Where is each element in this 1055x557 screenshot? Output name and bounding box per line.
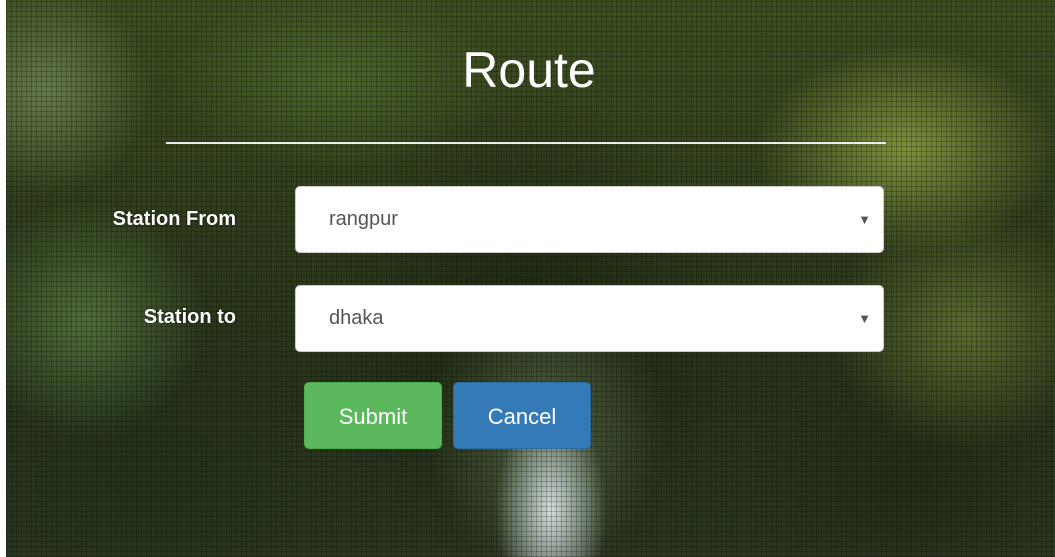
station-from-label: Station From: [112, 208, 236, 230]
route-form-panel: Route Station From rangpur ▼ Station to …: [6, 0, 1055, 557]
chevron-down-icon: ▼: [858, 311, 871, 326]
page-title: Route: [462, 42, 596, 98]
station-to-value: dhaka: [329, 307, 384, 329]
cancel-button[interactable]: Cancel: [453, 382, 591, 449]
station-to-select[interactable]: dhaka ▼: [295, 285, 884, 352]
title-divider: [166, 142, 886, 144]
chevron-down-icon: ▼: [858, 212, 871, 227]
station-from-value: rangpur: [329, 208, 398, 230]
station-to-label: Station to: [143, 306, 236, 328]
station-from-select[interactable]: rangpur ▼: [295, 186, 884, 253]
submit-button[interactable]: Submit: [304, 382, 442, 449]
